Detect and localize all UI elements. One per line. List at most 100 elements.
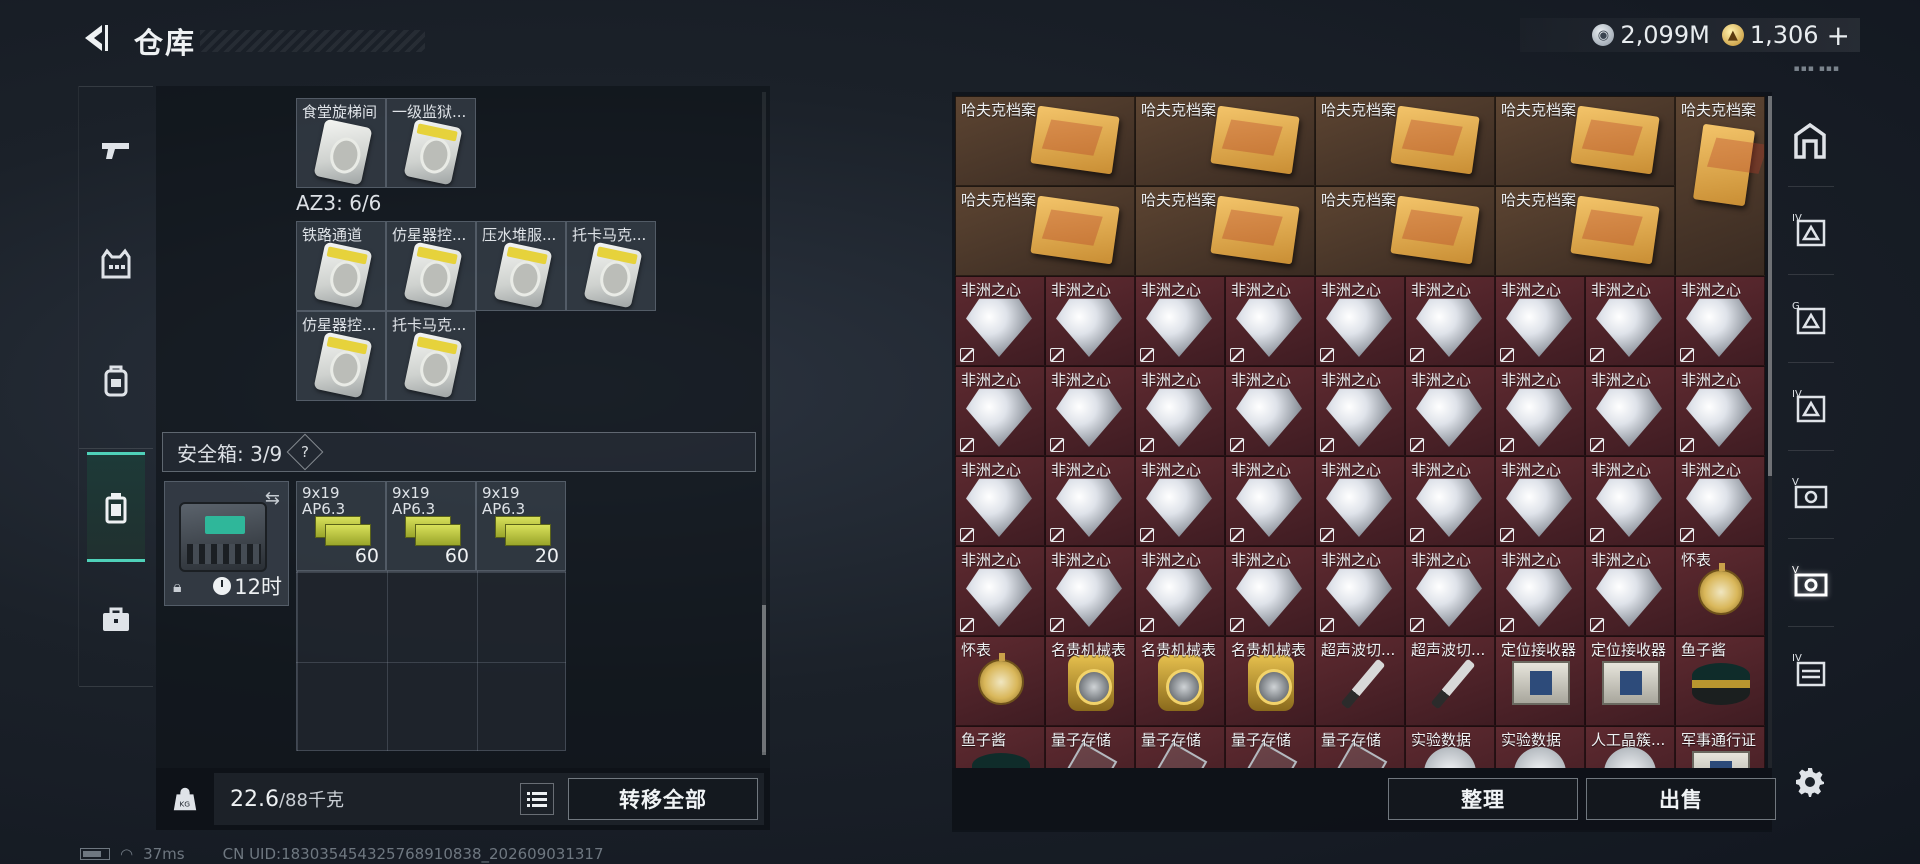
stash-item[interactable]: 非洲之心	[1225, 546, 1315, 636]
stash-item[interactable]: 非洲之心	[955, 546, 1045, 636]
sell-button[interactable]: 出售	[1586, 778, 1776, 820]
stash-item[interactable]: 非洲之心	[1585, 546, 1675, 636]
stash-item[interactable]: 怀表	[1675, 546, 1765, 636]
list-view-button[interactable]	[520, 783, 554, 815]
left-scrollbar-thumb[interactable]	[762, 605, 766, 755]
stash-item[interactable]: 鱼子酱	[955, 726, 1045, 768]
stash-item[interactable]: 非洲之心	[955, 276, 1045, 366]
stash-item[interactable]: 非洲之心	[1045, 456, 1135, 546]
stash-item[interactable]: 非洲之心	[1045, 276, 1135, 366]
stash-item[interactable]: 非洲之心	[1225, 456, 1315, 546]
stash-item[interactable]: 哈夫克档案	[1135, 96, 1315, 186]
stash-item[interactable]: 定位接收器	[1495, 636, 1585, 726]
ammo-slot[interactable]: 9x19 AP6.3 20	[476, 481, 566, 571]
stash-item[interactable]: 非洲之心	[1315, 276, 1405, 366]
stash-item[interactable]: 哈夫克档案	[1495, 186, 1675, 276]
stash-item[interactable]: 实验数据	[1495, 726, 1585, 768]
stash-item[interactable]: 非洲之心	[1495, 366, 1585, 456]
stash-item[interactable]: 哈夫克档案	[1135, 186, 1315, 276]
swap-icon[interactable]: ⇆	[265, 488, 280, 509]
stash-tab-iv[interactable]: IV	[1782, 198, 1838, 260]
stash-item[interactable]: 非洲之心	[1405, 366, 1495, 456]
key-card-slot[interactable]: 仿星器控...	[296, 311, 386, 401]
stash-item[interactable]: 名贵机械表	[1135, 636, 1225, 726]
stash-item[interactable]: 鱼子酱	[1675, 636, 1765, 726]
safe-box-container[interactable]: ⇆ 🔒︎ 12时	[164, 481, 289, 606]
stash-item[interactable]: 非洲之心	[1135, 276, 1225, 366]
stash-item[interactable]: 非洲之心	[1675, 366, 1765, 456]
empty-safe-slots[interactable]	[296, 571, 566, 751]
stash-item[interactable]: 超声波切...	[1405, 636, 1495, 726]
stash-item[interactable]: 非洲之心	[1405, 546, 1495, 636]
ammo-slot[interactable]: 9x19 AP6.3 60	[386, 481, 476, 571]
key-card-slot[interactable]: 食堂旋梯间	[296, 98, 386, 188]
key-card-slot[interactable]: 压水堆服...	[476, 221, 566, 311]
stash-item[interactable]: 非洲之心	[1315, 456, 1405, 546]
stash-tab-main[interactable]	[1782, 110, 1838, 172]
stash-item[interactable]: 非洲之心	[1135, 366, 1225, 456]
stash-scrollbar-thumb[interactable]	[1768, 96, 1772, 476]
key-card-slot[interactable]: 托卡马克...	[566, 221, 656, 311]
back-button[interactable]	[78, 20, 112, 56]
stash-item[interactable]: 人工晶簇...	[1585, 726, 1675, 768]
settings-button[interactable]	[1790, 762, 1830, 802]
stash-item[interactable]: 非洲之心	[1405, 276, 1495, 366]
nav-container[interactable]	[87, 452, 145, 562]
stash-item[interactable]: 非洲之心	[1495, 456, 1585, 546]
stash-item[interactable]: 哈夫克档案	[955, 186, 1135, 276]
stash-item[interactable]: 非洲之心	[1405, 456, 1495, 546]
stash-item[interactable]: 量子存储	[1045, 726, 1135, 768]
key-card-slot[interactable]: 仿星器控...	[386, 221, 476, 311]
nav-divider	[79, 448, 153, 449]
stash-item[interactable]: 定位接收器	[1585, 636, 1675, 726]
key-card-slot[interactable]: 铁路通道	[296, 221, 386, 311]
sort-button[interactable]: 整理	[1388, 778, 1578, 820]
stash-item[interactable]: 名贵机械表	[1045, 636, 1135, 726]
stash-item[interactable]: 量子存储	[1225, 726, 1315, 768]
stash-tab-v[interactable]: V	[1782, 462, 1838, 524]
stash-item[interactable]: 量子存储	[1315, 726, 1405, 768]
key-card-slot[interactable]: 一级监狱...	[386, 98, 476, 188]
stash-item[interactable]: 非洲之心	[1045, 546, 1135, 636]
nav-backpack[interactable]	[87, 348, 145, 412]
stash-item[interactable]: 怀表	[955, 636, 1045, 726]
stash-item[interactable]: 实验数据	[1405, 726, 1495, 768]
nav-armor[interactable]	[87, 232, 145, 296]
stash-tab-iv-2[interactable]: IV	[1782, 374, 1838, 436]
stash-item[interactable]: 非洲之心	[1315, 366, 1405, 456]
stash-item[interactable]: 非洲之心	[1045, 366, 1135, 456]
stash-item[interactable]: 非洲之心	[1495, 546, 1585, 636]
stash-item[interactable]: 非洲之心	[1315, 546, 1405, 636]
stash-tab-v-active[interactable]: V	[1782, 550, 1838, 612]
stash-item[interactable]: 军事通行证	[1675, 726, 1765, 768]
stash-item[interactable]: 哈夫克档案	[1315, 186, 1495, 276]
stash-item[interactable]: 哈夫克档案	[1675, 96, 1765, 276]
stash-item[interactable]: 名贵机械表	[1225, 636, 1315, 726]
ammo-slot[interactable]: 9x19 AP6.3 60	[296, 481, 386, 571]
stash-item[interactable]: 非洲之心	[955, 366, 1045, 456]
stash-item[interactable]: 哈夫克档案	[955, 96, 1135, 186]
stash-item[interactable]: 超声波切...	[1315, 636, 1405, 726]
stash-tab-g[interactable]: G	[1782, 286, 1838, 348]
add-currency-button[interactable]: +	[1827, 19, 1850, 52]
stash-item[interactable]: 非洲之心	[1225, 366, 1315, 456]
key-card-slot[interactable]: 托卡马克...	[386, 311, 476, 401]
stash-item[interactable]: 哈夫克档案	[1495, 96, 1675, 186]
stash-item[interactable]: 量子存储	[1135, 726, 1225, 768]
nav-weapons[interactable]	[87, 118, 145, 182]
stash-item[interactable]: 非洲之心	[1585, 366, 1675, 456]
stash-item[interactable]: 非洲之心	[1135, 456, 1225, 546]
stash-item[interactable]: 非洲之心	[1225, 276, 1315, 366]
stash-item[interactable]: 非洲之心	[1495, 276, 1585, 366]
stash-item[interactable]: 非洲之心	[1585, 456, 1675, 546]
stash-item[interactable]: 非洲之心	[1585, 276, 1675, 366]
stash-item[interactable]: 非洲之心	[1675, 276, 1765, 366]
transfer-all-button[interactable]: 转移全部	[568, 778, 758, 820]
nav-toolbox[interactable]	[87, 588, 145, 652]
stash-item[interactable]: 哈夫克档案	[1315, 96, 1495, 186]
stash-item[interactable]: 非洲之心	[1675, 456, 1765, 546]
stash-tab-iv-3[interactable]: IV	[1782, 638, 1838, 700]
stash-item[interactable]: 非洲之心	[955, 456, 1045, 546]
help-button[interactable]: ?	[286, 433, 324, 471]
stash-item[interactable]: 非洲之心	[1135, 546, 1225, 636]
